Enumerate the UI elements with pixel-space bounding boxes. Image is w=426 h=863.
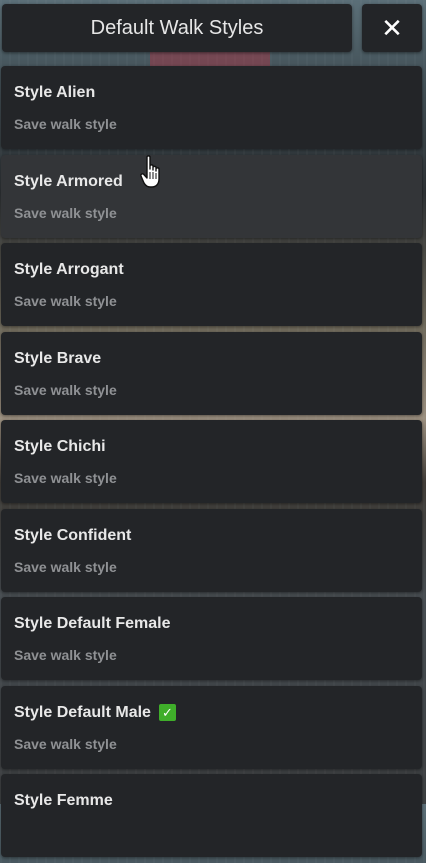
walk-style-item-armored[interactable]: Style Armored Save walk style — [1, 154, 422, 238]
item-description: Save walk style — [14, 558, 117, 575]
item-title: Style Alien — [14, 84, 96, 101]
item-description: Save walk style — [14, 470, 117, 486]
item-description: Save walk style — [14, 293, 117, 309]
walk-style-item-chichi[interactable]: Style Chichi Save walk style — [1, 420, 422, 503]
walk-style-item-confident[interactable]: Style Confident Save walk style — [1, 508, 422, 592]
item-title: Style Brave — [14, 349, 102, 367]
close-button[interactable]: ✕ — [362, 4, 422, 52]
item-title: Style Armored — [14, 172, 123, 190]
item-description: Save walk style — [14, 735, 117, 752]
menu-header: Default Walk Styles ✕ — [0, 0, 426, 60]
item-title: Style Default Male ✓ — [14, 703, 409, 723]
walk-style-item-default-female[interactable]: Style Default Female Save walk style — [1, 597, 422, 680]
walk-style-item-femme[interactable]: Style Femme — [1, 774, 422, 857]
item-title: Style Arrogant — [14, 261, 124, 278]
close-icon: ✕ — [381, 12, 403, 43]
menu-title: Default Walk Styles — [2, 4, 352, 52]
item-description: Save walk style — [14, 204, 117, 221]
item-title: Style Femme — [14, 792, 113, 809]
item-description: Save walk style — [14, 647, 117, 663]
walk-style-item-alien[interactable]: Style Alien Save walk style — [1, 66, 422, 149]
item-title: Style Chichi — [14, 438, 106, 455]
item-title: Style Confident — [14, 526, 132, 544]
walk-style-item-brave[interactable]: Style Brave Save walk style — [1, 331, 422, 415]
item-description: Save walk style — [14, 381, 117, 398]
walk-style-list: Style Alien Save walk style Style Armore… — [0, 66, 426, 863]
item-title: Style Default Female — [14, 615, 171, 632]
walk-style-item-arrogant[interactable]: Style Arrogant Save walk style — [1, 243, 422, 326]
checkmark-icon: ✓ — [158, 704, 176, 721]
item-description: Save walk style — [14, 116, 117, 132]
walk-style-item-default-male[interactable]: Style Default Male ✓ Save walk style — [1, 685, 422, 769]
